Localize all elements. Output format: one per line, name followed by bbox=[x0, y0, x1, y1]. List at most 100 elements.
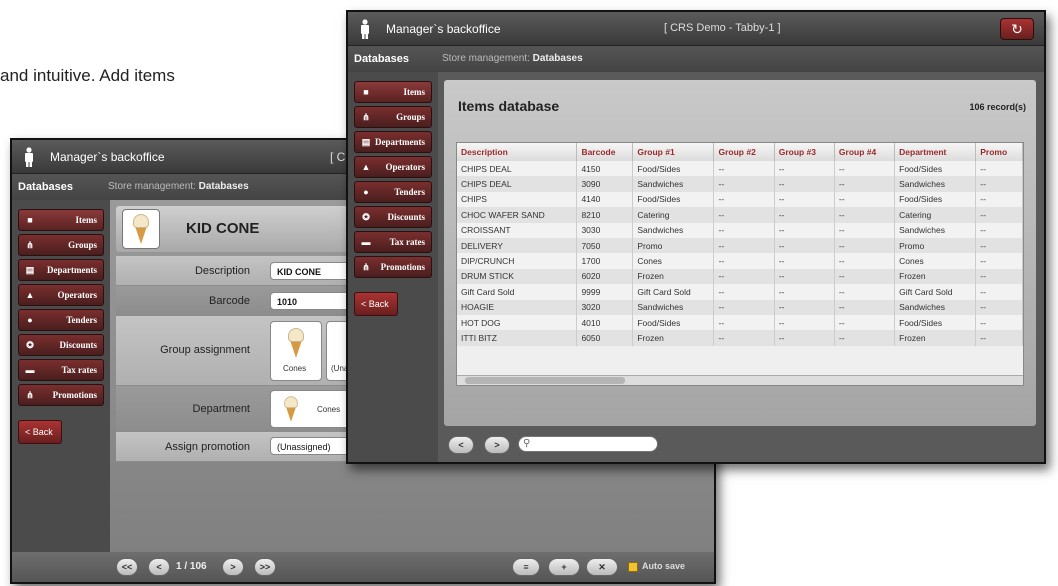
table-cell: Sandwiches bbox=[894, 176, 977, 192]
table-row[interactable]: CHIPS 4140 Food/Sides -- -- -- Food/Sides -- bbox=[457, 191, 1023, 208]
table-cell: Promo bbox=[894, 237, 977, 254]
promotion-label: Assign promotion bbox=[165, 441, 250, 453]
description-label: Description bbox=[194, 265, 250, 277]
column-header[interactable]: Promo bbox=[975, 143, 1023, 161]
sidebar-item-groups[interactable]: ⋔ Groups bbox=[354, 106, 432, 128]
table-row[interactable]: CHIPS DEAL 4150 Food/Sides -- -- -- Food/Sides… bbox=[457, 161, 1023, 177]
discount-icon: ✪ bbox=[362, 212, 370, 222]
table-row[interactable]: DIP/CRUNCH 1700 Cones -- -- -- Cones -- bbox=[457, 253, 1023, 269]
sidebar-item-operators[interactable]: ▲ Operators bbox=[354, 156, 432, 178]
table-row[interactable]: CHIPS DEAL 3090 Sandwiches -- -- -- Sandwiches… bbox=[457, 176, 1023, 192]
column-header[interactable]: Description bbox=[457, 143, 578, 161]
session-title: [ C bbox=[330, 150, 346, 164]
group-card-cones[interactable]: Cones bbox=[270, 321, 322, 381]
operator-icon: ▲ bbox=[25, 290, 35, 300]
table-cell: 1700 bbox=[576, 253, 634, 269]
table-row[interactable]: HOT DOG 4010 Food/Sides -- -- -- Food/Sides -- bbox=[457, 314, 1023, 331]
sidebar-item-promotions[interactable]: ⋔ Promotions bbox=[18, 384, 104, 406]
column-header[interactable]: Group #2 bbox=[713, 143, 775, 161]
column-header[interactable]: Barcode bbox=[576, 143, 634, 161]
table-row[interactable]: CHOC WAFER SAND 8210 Catering -- -- -- Caterin… bbox=[457, 207, 1023, 223]
table-row[interactable]: DELIVERY 7050 Promo -- -- -- Promo -- bbox=[457, 237, 1023, 254]
items-database-window: Manager`s backoffice [ CRS Demo - Tabby-… bbox=[346, 10, 1046, 464]
sidebar-item-operators[interactable]: ▲ Operators bbox=[18, 284, 104, 306]
scrollbar-thumb[interactable] bbox=[465, 377, 625, 384]
app-title: Manager`s backoffice bbox=[386, 22, 501, 36]
table-cell: -- bbox=[975, 176, 1023, 192]
table-row[interactable]: Gift Card Sold 9999 Gift Card Sold -- -- -- Gi… bbox=[457, 284, 1023, 300]
tender-icon: ● bbox=[363, 187, 369, 197]
sidebar-item-items[interactable]: ■ Items bbox=[18, 209, 104, 231]
section-label: Databases bbox=[18, 181, 74, 193]
next-page-button[interactable]: > bbox=[222, 558, 244, 576]
departments-icon: ▤ bbox=[361, 137, 371, 147]
items-table: Description Barcode Group #1 Group #2 Group … bbox=[456, 142, 1024, 386]
table-cell: -- bbox=[834, 207, 896, 223]
table-cell: -- bbox=[774, 161, 835, 177]
sidebar-item-departments[interactable]: ▤ Departments bbox=[18, 259, 104, 281]
item-thumbnail bbox=[122, 209, 160, 249]
table-cell: -- bbox=[834, 314, 896, 331]
back-button[interactable]: < Back bbox=[354, 292, 398, 316]
app-title: Manager`s backoffice bbox=[50, 150, 165, 164]
reload-button[interactable]: ↻ bbox=[1000, 18, 1034, 40]
sidebar-item-discounts[interactable]: ✪ Discounts bbox=[18, 334, 104, 356]
table-cell: Food/Sides bbox=[894, 161, 977, 177]
add-button[interactable]: + bbox=[548, 558, 580, 576]
table-cell: -- bbox=[834, 191, 896, 208]
autosave-label: Auto save bbox=[642, 561, 686, 571]
table-row[interactable]: DRUM STICK 6020 Frozen -- -- -- Frozen -- bbox=[457, 268, 1023, 285]
column-header[interactable]: Group #1 bbox=[632, 143, 715, 161]
sidebar-item-groups[interactable]: ⋔ Groups bbox=[18, 234, 104, 256]
horizontal-scrollbar[interactable] bbox=[457, 375, 1023, 385]
table-row[interactable]: CROISSANT 3030 Sandwiches -- -- -- Sandwiches -… bbox=[457, 222, 1023, 238]
column-header[interactable]: Group #3 bbox=[774, 143, 835, 161]
table-cell: DIP/CRUNCH bbox=[457, 253, 578, 269]
table-cell: 3030 bbox=[576, 222, 634, 238]
table-cell: -- bbox=[975, 207, 1023, 223]
departments-icon: ▤ bbox=[25, 265, 35, 275]
column-header[interactable]: Group #4 bbox=[834, 143, 896, 161]
panel-title: Items database bbox=[458, 98, 560, 114]
sidebar-item-tax-rates[interactable]: ▬ Tax rates bbox=[18, 359, 104, 381]
autosave-checkbox[interactable] bbox=[628, 562, 638, 572]
table-cell: DELIVERY bbox=[457, 237, 578, 254]
prev-page-button[interactable]: < bbox=[148, 558, 170, 576]
intro-text: and intuitive. Add items bbox=[0, 66, 175, 85]
sidebar-item-tax-rates[interactable]: ▬ Tax rates bbox=[354, 231, 432, 253]
items-panel: Items database 106 record(s) Description… bbox=[444, 80, 1036, 426]
table-row[interactable]: HOAGIE 3020 Sandwiches -- -- -- Sandwiches -- bbox=[457, 299, 1023, 315]
table-cell: -- bbox=[713, 299, 775, 315]
department-label: Department bbox=[192, 403, 250, 415]
operator-icon: ▲ bbox=[361, 162, 371, 172]
first-page-button[interactable]: << bbox=[116, 558, 138, 576]
table-cell: HOT DOG bbox=[457, 314, 578, 331]
prev-button[interactable]: < bbox=[448, 436, 474, 454]
table-cell: -- bbox=[774, 253, 835, 269]
table-cell: -- bbox=[774, 314, 835, 331]
sidebar-item-tenders[interactable]: ● Tenders bbox=[354, 181, 432, 203]
table-cell: -- bbox=[713, 161, 775, 177]
tax-icon: ▬ bbox=[361, 237, 371, 247]
breadcrumb-current[interactable]: Databases bbox=[199, 181, 249, 192]
table-cell: -- bbox=[834, 284, 896, 300]
table-cell: Promo bbox=[632, 237, 715, 254]
search-input[interactable]: ⚲ bbox=[518, 436, 658, 452]
sidebar-item-tenders[interactable]: ● Tenders bbox=[18, 309, 104, 331]
record-count: 106 record(s) bbox=[969, 102, 1026, 112]
table-cell: 8210 bbox=[576, 207, 634, 223]
sidebar-item-departments[interactable]: ▤ Departments bbox=[354, 131, 432, 153]
sidebar-item-items[interactable]: ■ Items bbox=[354, 81, 432, 103]
table-row[interactable]: ITTI BITZ 6050 Frozen -- -- -- Frozen -- bbox=[457, 330, 1023, 346]
table-cell: Gift Card Sold bbox=[632, 284, 715, 300]
back-button[interactable]: < Back bbox=[18, 420, 62, 444]
delete-button[interactable]: ✕ bbox=[586, 558, 618, 576]
sidebar-item-discounts[interactable]: ✪ Discounts bbox=[354, 206, 432, 228]
next-button[interactable]: > bbox=[484, 436, 510, 454]
menu-button[interactable]: ≡ bbox=[512, 558, 540, 576]
column-header[interactable]: Department bbox=[894, 143, 977, 161]
breadcrumb-current[interactable]: Databases bbox=[533, 53, 583, 64]
sidebar-item-promotions[interactable]: ⋔ Promotions bbox=[354, 256, 432, 278]
last-page-button[interactable]: >> bbox=[254, 558, 276, 576]
barcode-field[interactable]: 1010 bbox=[270, 292, 352, 310]
